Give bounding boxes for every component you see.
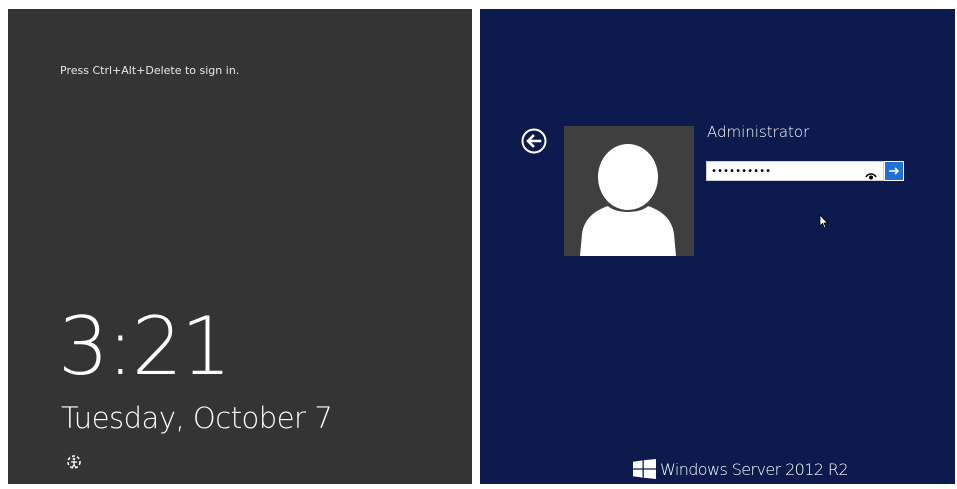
arrow-right-icon — [889, 167, 900, 175]
sign-in-panel: Administrator •••••••••• Windows Server … — [480, 9, 955, 484]
lock-screen-panel[interactable]: Press Ctrl+Alt+Delete to sign in. 3:21 T… — [8, 9, 472, 484]
user-avatar-icon[interactable] — [564, 126, 694, 256]
windows-logo-icon — [633, 459, 656, 479]
back-arrow-icon[interactable] — [520, 127, 548, 155]
product-branding: Windows Server 2012 R2 — [633, 458, 849, 480]
password-field[interactable] — [711, 162, 861, 180]
username-label: Administrator — [707, 123, 810, 141]
screenshot-frame: Press Ctrl+Alt+Delete to sign in. 3:21 T… — [0, 0, 957, 489]
lock-clock-date: Tuesday, October 7 — [61, 401, 333, 435]
ease-of-access-icon[interactable] — [65, 453, 83, 471]
mouse-pointer-icon — [819, 213, 829, 230]
submit-sign-in-button[interactable] — [884, 161, 904, 181]
password-reveal-icon[interactable] — [865, 166, 877, 180]
product-name: Windows Server 2012 R2 — [660, 459, 849, 479]
sign-in-hint: Press Ctrl+Alt+Delete to sign in. — [60, 64, 240, 77]
lock-clock-time: 3:21 — [58, 300, 232, 393]
password-field-container[interactable] — [706, 161, 884, 181]
